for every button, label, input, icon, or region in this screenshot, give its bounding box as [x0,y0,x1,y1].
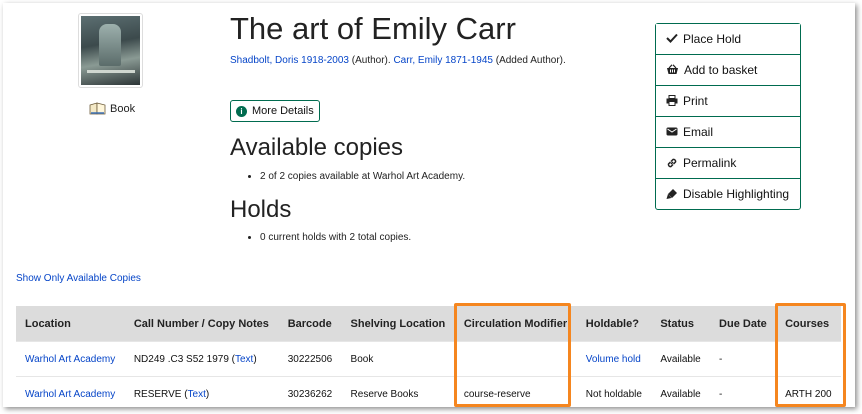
place-hold-button[interactable]: Place Hold [656,24,800,55]
cell-barcode: 30236262 [278,376,342,411]
holdings-table: Location Call Number / Copy Notes Barcod… [16,306,841,411]
author-role-added: (Added Author). [495,55,566,66]
print-icon [666,95,678,106]
author-link-primary[interactable]: Shadbolt, Doris 1918-2003 [230,55,349,66]
email-button[interactable]: Email [656,117,800,148]
available-copies-list: 2 of 2 copies available at Warhol Art Ac… [243,171,465,182]
call-number-text-link[interactable]: Text [188,389,206,400]
header-barcode: Barcode [278,306,342,342]
holds-heading: Holds [230,196,292,223]
book-icon [89,102,106,115]
cell-shelving-location: Reserve Books [341,376,455,411]
header-shelving-location: Shelving Location [341,306,455,342]
cell-courses: ARTH 200 [776,376,841,411]
table-row: Warhol Art Academy ND249 .C3 S52 1979 (T… [16,341,841,377]
header-location: Location [16,306,125,342]
page-title: The art of Emily Carr [230,11,516,46]
available-copies-heading: Available copies [230,134,404,161]
book-cover-image[interactable] [78,13,143,88]
highlighter-icon [666,189,677,199]
cell-call-number: ND249 .C3 S52 1979 (Text) [124,341,279,377]
permalink-label: Permalink [683,156,737,170]
header-call-number: Call Number / Copy Notes [124,306,279,342]
author-line: Shadbolt, Doris 1918-2003 (Author). Carr… [230,55,566,66]
cell-location: Warhol Art Academy [16,341,125,377]
cell-location: Warhol Art Academy [16,376,125,411]
cell-status: Available [651,376,711,411]
disable-highlighting-label: Disable Highlighting [683,187,790,201]
author-link-added[interactable]: Carr, Emily 1871-1945 [393,55,493,66]
place-hold-label: Place Hold [683,32,742,46]
cell-call-number: RESERVE (Text) [124,376,279,411]
volume-hold-link[interactable]: Volume hold [586,354,641,365]
email-label: Email [683,125,714,139]
more-details-label: More Details [252,105,314,117]
cell-due-date: - [710,341,777,377]
link-icon [667,158,677,168]
author-role-primary: (Author). [351,55,391,66]
print-label: Print [683,94,708,108]
record-actions-menu: Place Hold Add to basket Print Email Per… [655,23,801,210]
header-courses: Courses [776,306,841,342]
add-to-basket-button[interactable]: Add to basket [656,55,800,86]
call-number: RESERVE [133,388,182,400]
basket-icon [667,64,678,74]
cell-status: Available [651,341,711,377]
header-due-date: Due Date [710,306,777,342]
cell-holdable: Not holdable [576,376,652,411]
location-link[interactable]: Warhol Art Academy [25,354,115,365]
cell-shelving-location: Book [341,341,455,377]
check-icon [666,33,678,43]
holds-summary: 0 current holds with 2 total copies. [260,232,411,243]
header-status: Status [651,306,711,342]
holdings-header-row: Location Call Number / Copy Notes Barcod… [16,306,841,342]
available-copies-summary: 2 of 2 copies available at Warhol Art Ac… [260,171,465,182]
header-holdable: Holdable? [576,306,652,342]
table-row: Warhol Art Academy RESERVE (Text) 302362… [16,376,841,411]
info-icon: i [236,105,247,117]
cell-courses [776,341,841,377]
disable-highlighting-button[interactable]: Disable Highlighting [656,179,800,209]
cell-circulation-modifier [454,341,577,377]
cell-barcode: 30222506 [278,341,342,377]
call-number: ND249 .C3 S52 1979 [133,353,229,365]
call-number-text-link[interactable]: Text [235,354,253,365]
permalink-button[interactable]: Permalink [656,148,800,179]
format-indicator: Book [89,102,135,115]
location-link[interactable]: Warhol Art Academy [25,389,115,400]
header-circulation-modifier: Circulation Modifier [454,306,577,342]
cell-circulation-modifier: course-reserve [454,376,577,411]
print-button[interactable]: Print [656,86,800,117]
email-icon [666,127,678,136]
cell-due-date: - [710,376,777,411]
add-to-basket-label: Add to basket [684,63,758,77]
holds-list: 0 current holds with 2 total copies. [243,232,411,243]
show-available-copies-link[interactable]: Show Only Available Copies [16,273,141,284]
format-label: Book [110,102,136,115]
record-page: Book The art of Emily Carr Shadbolt, Dor… [3,3,855,411]
more-details-button[interactable]: i More Details [230,100,320,122]
cell-holdable: Volume hold [576,341,652,377]
